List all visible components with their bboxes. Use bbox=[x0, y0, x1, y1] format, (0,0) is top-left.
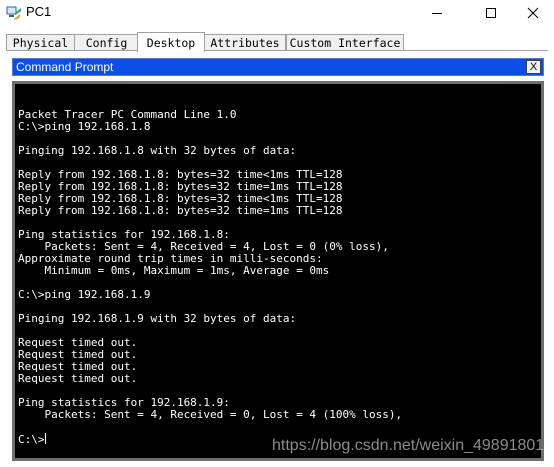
maximize-icon bbox=[486, 8, 496, 18]
close-icon bbox=[527, 7, 539, 19]
text-cursor bbox=[44, 433, 46, 444]
command-prompt-header: Command Prompt X bbox=[12, 58, 544, 76]
terminal-line: C:\>ping 192.168.1.8 bbox=[18, 120, 151, 133]
terminal-line: Pinging 192.168.1.8 with 32 bytes of dat… bbox=[18, 144, 297, 157]
tab-custom-interface[interactable]: Custom Interface bbox=[286, 34, 404, 51]
command-prompt-title: Command Prompt bbox=[16, 60, 114, 74]
terminal-console[interactable]: Packet Tracer PC Command Line 1.0 C:\>pi… bbox=[12, 81, 544, 461]
command-prompt-close-button[interactable]: X bbox=[526, 60, 541, 74]
title-bar: PC1 bbox=[0, 0, 554, 26]
minimize-icon bbox=[432, 13, 442, 14]
minimize-button[interactable] bbox=[414, 0, 460, 26]
terminal-line: Pinging 192.168.1.9 with 32 bytes of dat… bbox=[18, 312, 297, 325]
terminal-line: C:\> bbox=[18, 433, 45, 446]
watermark: https://blog.csdn.net/weixin_49891801 bbox=[272, 437, 545, 454]
maximize-button[interactable] bbox=[468, 0, 514, 26]
packet-tracer-pc-icon bbox=[6, 6, 21, 20]
close-button[interactable] bbox=[510, 0, 554, 26]
tab-attributes[interactable]: Attributes bbox=[204, 34, 286, 51]
terminal-line: Minimum = 0ms, Maximum = 1ms, Average = … bbox=[18, 264, 330, 277]
tab-desktop[interactable]: Desktop bbox=[137, 32, 205, 52]
terminal-line: Packets: Sent = 4, Received = 0, Lost = … bbox=[18, 408, 403, 421]
window-title: PC1 bbox=[26, 4, 52, 19]
terminal-line: Reply from 192.168.1.8: bytes=32 time=1m… bbox=[18, 204, 343, 217]
tab-physical[interactable]: Physical bbox=[6, 34, 75, 51]
tab-config[interactable]: Config bbox=[74, 34, 139, 51]
terminal-line: C:\>ping 192.168.1.9 bbox=[18, 288, 151, 301]
terminal-output: Packet Tracer PC Command Line 1.0 C:\>pi… bbox=[18, 97, 402, 446]
terminal-line: Request timed out. bbox=[18, 372, 138, 385]
